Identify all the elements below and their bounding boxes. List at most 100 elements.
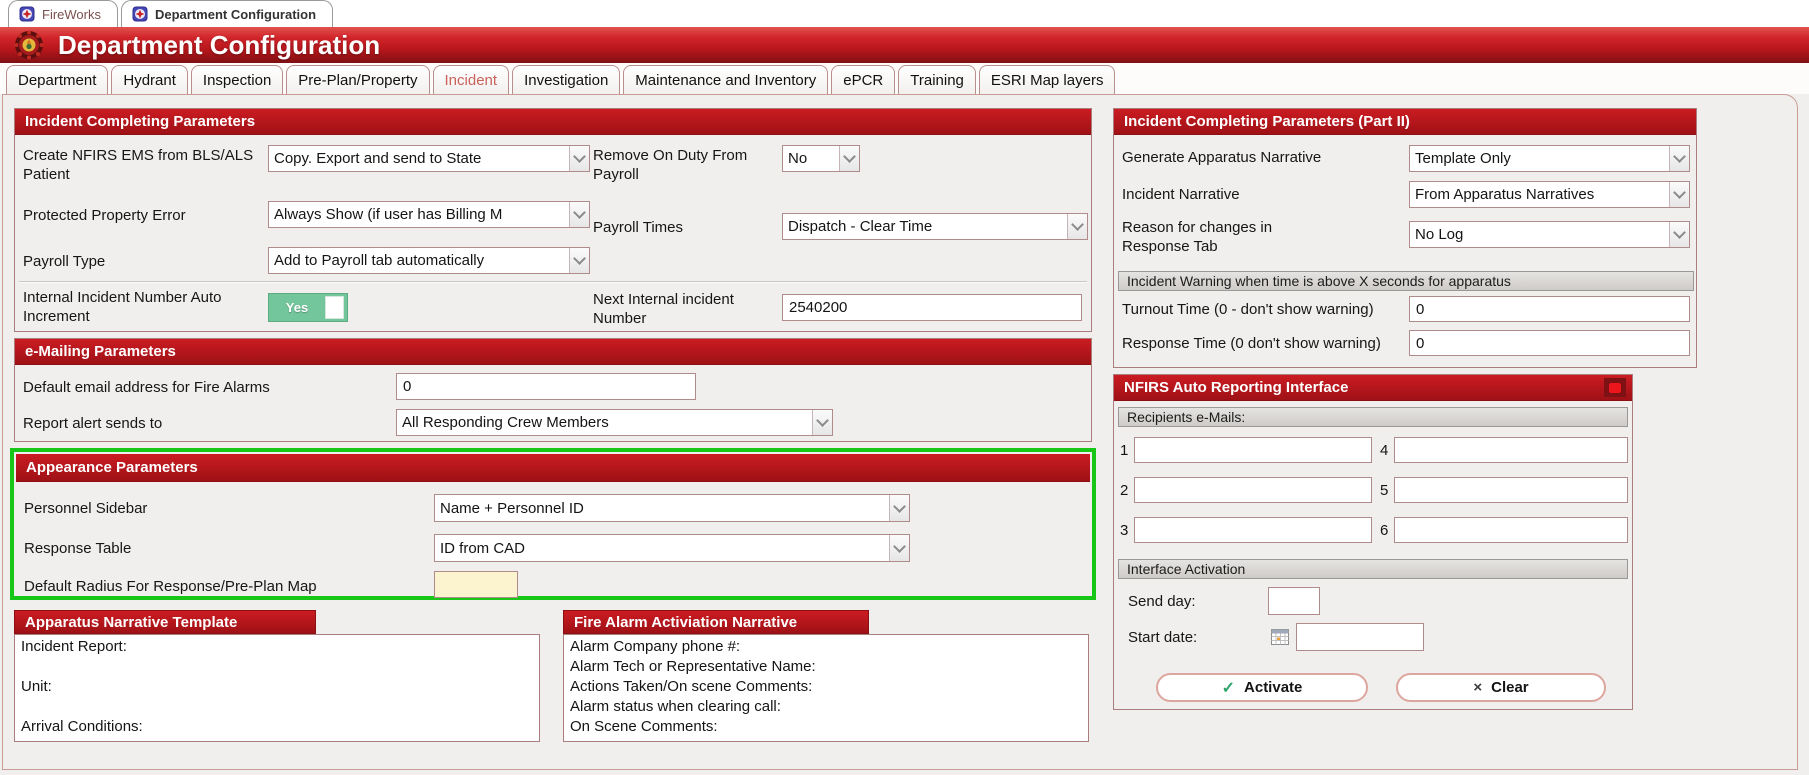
chevron-down-icon[interactable] (569, 248, 589, 273)
protected-property-label: Protected Property Error (23, 207, 258, 226)
recipient-number: 6 (1380, 522, 1388, 539)
recipient-number: 3 (1120, 522, 1128, 539)
auto-increment-label: Internal Incident Number Auto Increment (23, 289, 263, 327)
recipient-email-input-5[interactable] (1394, 477, 1628, 503)
create-nfirs-label: Create NFIRS EMS from BLS/ALS Patient (23, 147, 258, 185)
tab-maintenance-inventory[interactable]: Maintenance and Inventory (623, 65, 828, 94)
chevron-down-icon[interactable] (1669, 146, 1689, 171)
response-time-input[interactable] (1409, 330, 1690, 356)
dropdown-value: No Log (1410, 222, 1669, 247)
default-radius-label: Default Radius For Response/Pre-Plan Map (24, 578, 424, 597)
remove-on-duty-dropdown[interactable]: No (782, 145, 860, 172)
protected-property-dropdown[interactable]: Always Show (if user has Billing M (268, 201, 590, 228)
window-tab-department-configuration[interactable]: Department Configuration (121, 0, 333, 27)
chevron-down-icon[interactable] (1067, 214, 1087, 239)
section-title: Incident Completing Parameters (15, 109, 1091, 135)
recipient-number: 2 (1120, 482, 1128, 499)
activate-button[interactable]: ✓ Activate (1156, 673, 1368, 702)
response-table-label: Response Table (24, 540, 404, 559)
recipient-email-input-3[interactable] (1134, 517, 1372, 543)
tab-inspection[interactable]: Inspection (191, 65, 283, 94)
send-day-label: Send day: (1128, 593, 1196, 612)
app-header: Department Configuration (0, 27, 1809, 63)
default-email-input[interactable] (396, 373, 696, 400)
window-tab-bar: FireWorks Department Configuration (0, 0, 1809, 27)
create-nfirs-dropdown[interactable]: Copy. Export and send to State (268, 145, 590, 172)
recipient-email-input-2[interactable] (1134, 477, 1372, 503)
turnout-time-input[interactable] (1409, 296, 1690, 322)
nav-tabs: Department Hydrant Inspection Pre-Plan/P… (0, 63, 1809, 94)
tab-hydrant[interactable]: Hydrant (111, 65, 188, 94)
payroll-type-dropdown[interactable]: Add to Payroll tab automatically (268, 247, 590, 274)
dropdown-value: No (783, 146, 839, 171)
clear-button[interactable]: × Clear (1396, 673, 1606, 702)
calendar-icon[interactable] (1270, 627, 1290, 647)
tab-esri-map-layers[interactable]: ESRI Map layers (979, 65, 1116, 94)
recipient-email-input-4[interactable] (1394, 437, 1628, 463)
chevron-down-icon[interactable] (839, 146, 859, 171)
personnel-sidebar-label: Personnel Sidebar (24, 500, 404, 519)
incident-narrative-label: Incident Narrative (1122, 186, 1402, 205)
recipient-number: 5 (1380, 482, 1388, 499)
next-internal-input[interactable] (782, 294, 1082, 321)
tab-training[interactable]: Training (898, 65, 976, 94)
section-title: Incident Completing Parameters (Part II) (1114, 109, 1696, 135)
generate-apparatus-dropdown[interactable]: Template Only (1409, 145, 1690, 172)
response-time-label: Response Time (0 don't show warning) (1122, 335, 1412, 354)
report-alert-dropdown[interactable]: All Responding Crew Members (396, 409, 833, 436)
send-day-input[interactable] (1268, 587, 1320, 615)
section-title: e-Mailing Parameters (15, 339, 1091, 365)
activate-button-label: Activate (1244, 679, 1302, 696)
divider (19, 281, 1087, 283)
apparatus-narrative-title: Apparatus Narrative Template (14, 610, 316, 634)
department-logo-icon (14, 30, 44, 60)
check-icon: ✓ (1222, 678, 1235, 698)
recipient-email-input-6[interactable] (1394, 517, 1628, 543)
start-date-input[interactable] (1296, 623, 1424, 651)
dropdown-value: Add to Payroll tab automatically (269, 248, 569, 273)
apparatus-narrative-textarea[interactable]: Incident Report: Unit: Arrival Condition… (14, 634, 540, 742)
incident-narrative-dropdown[interactable]: From Apparatus Narratives (1409, 181, 1690, 208)
chevron-down-icon[interactable] (889, 495, 909, 521)
page-title: Department Configuration (58, 30, 380, 61)
recipients-subheader: Recipients e-Mails: (1118, 407, 1628, 427)
tab-department[interactable]: Department (6, 65, 108, 94)
chevron-down-icon[interactable] (889, 535, 909, 561)
chevron-down-icon[interactable] (1669, 222, 1689, 247)
window-tab-fireworks[interactable]: FireWorks (8, 0, 118, 27)
section-title: NFIRS Auto Reporting Interface (1114, 375, 1632, 401)
dropdown-value: Always Show (if user has Billing M (269, 202, 569, 227)
reason-changes-dropdown[interactable]: No Log (1409, 221, 1690, 248)
remove-on-duty-label: Remove On Duty From Payroll (593, 147, 758, 185)
appearance-panel-highlight: Appearance Parameters Personnel Sidebar … (10, 448, 1096, 600)
auto-increment-toggle[interactable]: Yes (268, 293, 348, 322)
payroll-times-dropdown[interactable]: Dispatch - Clear Time (782, 213, 1088, 240)
reason-changes-label: Reason for changes in Response Tab (1122, 219, 1337, 257)
recipient-email-input-1[interactable] (1134, 437, 1372, 463)
chevron-down-icon[interactable] (569, 202, 589, 227)
tab-epcr[interactable]: ePCR (831, 65, 895, 94)
section-title-text: NFIRS Auto Reporting Interface (1124, 379, 1348, 396)
tab-investigation[interactable]: Investigation (512, 65, 620, 94)
chevron-down-icon[interactable] (569, 146, 589, 171)
x-icon: × (1473, 679, 1482, 696)
default-radius-input[interactable] (434, 571, 518, 598)
fireworks-logo-icon (132, 6, 148, 22)
dropdown-value: Dispatch - Clear Time (783, 214, 1067, 239)
dropdown-value: From Apparatus Narratives (1410, 182, 1669, 207)
generate-apparatus-label: Generate Apparatus Narrative (1122, 149, 1402, 168)
default-email-label: Default email address for Fire Alarms (23, 379, 393, 398)
tab-pre-plan-property[interactable]: Pre-Plan/Property (286, 65, 429, 94)
dropdown-value: Template Only (1410, 146, 1669, 171)
close-icon[interactable] (1604, 378, 1626, 397)
chevron-down-icon[interactable] (1669, 182, 1689, 207)
tab-incident[interactable]: Incident (433, 65, 510, 94)
response-table-dropdown[interactable]: ID from CAD (434, 534, 910, 562)
toggle-knob (325, 296, 344, 319)
personnel-sidebar-dropdown[interactable]: Name + Personnel ID (434, 494, 910, 522)
fire-alarm-narrative-title: Fire Alarm Activiation Narrative (563, 610, 869, 634)
incident-warning-subheader: Incident Warning when time is above X se… (1118, 271, 1694, 291)
chevron-down-icon[interactable] (812, 410, 832, 435)
dropdown-value: All Responding Crew Members (397, 410, 812, 435)
fire-alarm-narrative-textarea[interactable]: Alarm Company phone #: Alarm Tech or Rep… (563, 634, 1089, 742)
